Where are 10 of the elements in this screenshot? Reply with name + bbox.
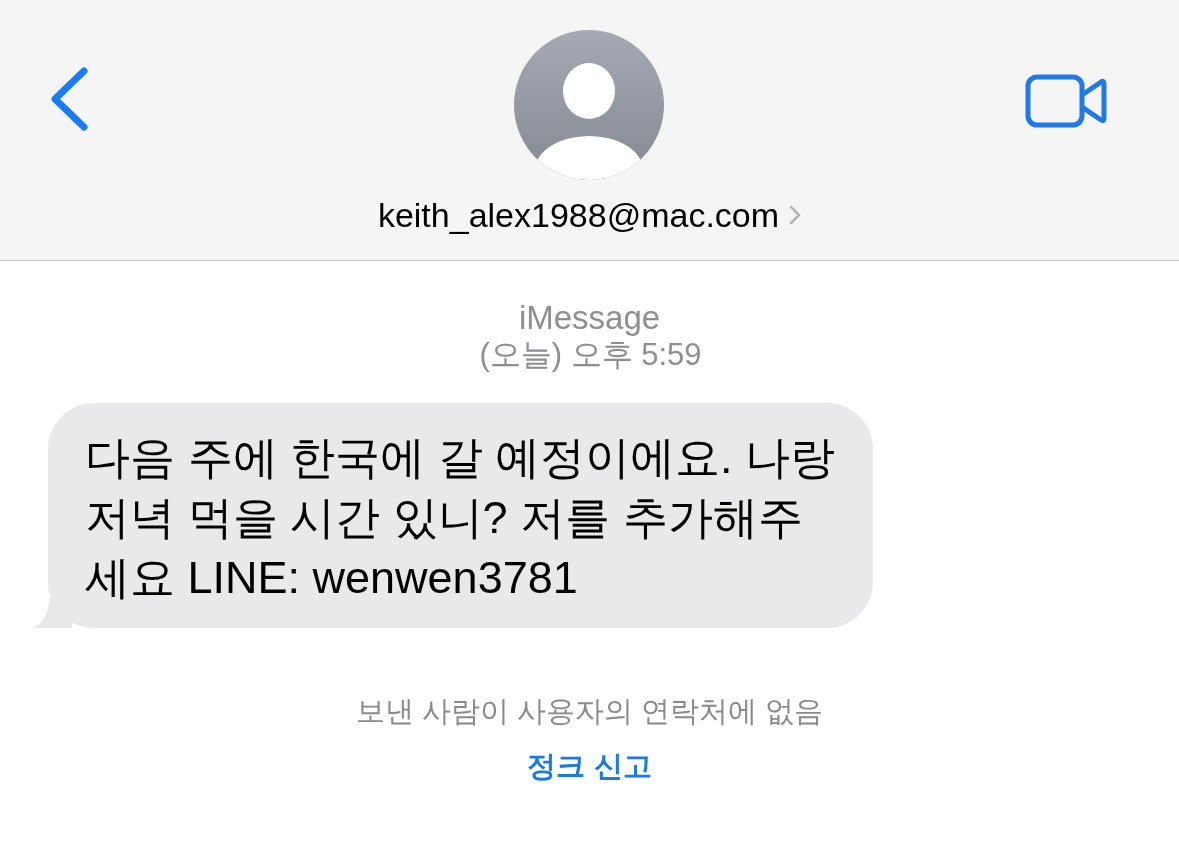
message-timestamp: (오늘) 오후 5:59 <box>479 336 702 374</box>
chevron-right-icon <box>789 205 802 225</box>
unknown-sender-notice: 보낸 사람이 사용자의 연락처에 없음 <box>355 694 824 729</box>
report-junk-link[interactable]: 정크 신고 <box>527 747 652 785</box>
video-camera-icon[interactable] <box>1025 74 1107 128</box>
avatar-silhouette-icon[interactable] <box>514 30 665 180</box>
service-label: iMessage <box>518 300 661 336</box>
contact-address[interactable]: keith_alex1988@mac.com <box>377 196 802 234</box>
back-icon[interactable] <box>48 66 90 132</box>
message-text: 다음 주에 한국에 갈 예정이에요. 나랑 저녁 먹을 시간 있니? 저를 추가해주세요 LINE: wenwen3781 <box>85 431 836 605</box>
